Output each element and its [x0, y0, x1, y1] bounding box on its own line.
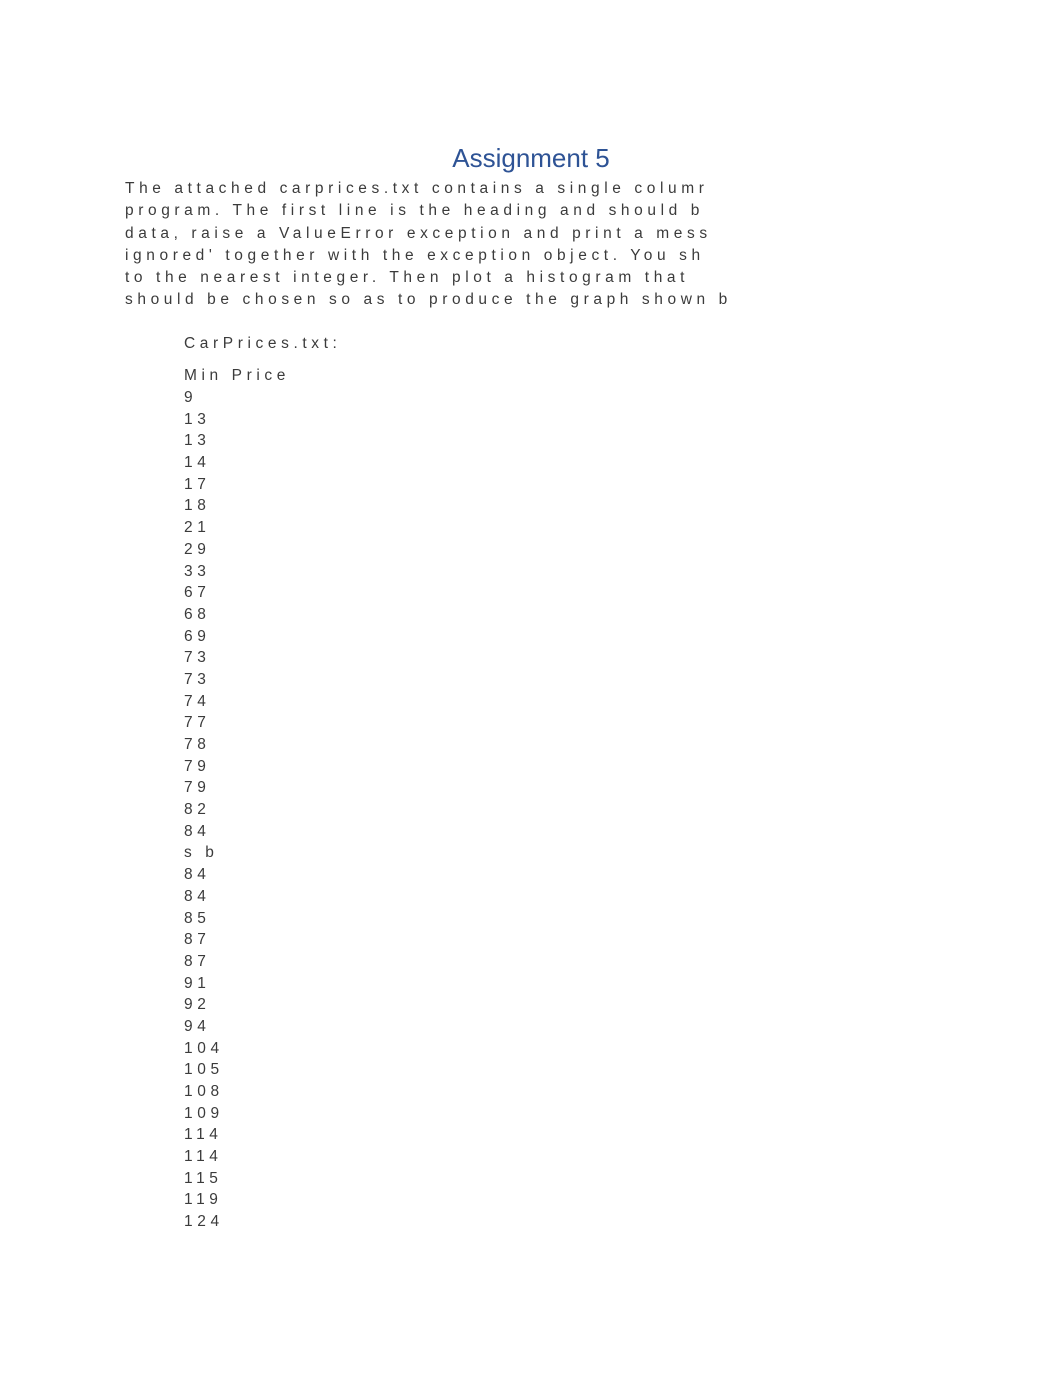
paragraph-line: to the nearest integer. Then plot a hist… [125, 269, 690, 287]
list-item: 84 [184, 866, 211, 884]
list-item: 13 [184, 410, 211, 428]
list-item: 18 [184, 497, 211, 515]
list-item: 68 [184, 605, 211, 623]
list-item: 82 [184, 801, 211, 819]
list-item: s b [184, 844, 219, 862]
paragraph-line: ignored' together with the exception obj… [125, 246, 705, 264]
list-item: 73 [184, 649, 211, 667]
list-item: 33 [184, 562, 211, 580]
assignment-description: The attached carprices.txt contains a si… [125, 178, 1062, 312]
list-item: 91 [184, 974, 211, 992]
list-item: 108 [184, 1083, 224, 1100]
list-item: 79 [184, 757, 211, 775]
list-item: 79 [184, 779, 211, 797]
list-item: 9 [184, 389, 198, 406]
paragraph-line: program. The first line is the heading a… [125, 202, 704, 220]
list-item: 84 [184, 887, 211, 905]
list-item: 69 [184, 627, 211, 645]
list-item: 115 [184, 1169, 223, 1187]
list-item: 14 [184, 454, 211, 472]
list-item: 13 [184, 432, 211, 450]
list-item: 73 [184, 670, 211, 688]
min-price-value-list: 9 13 13 14 17 18 21 29 33 67 68 69 73 73… [184, 387, 424, 1233]
list-item: 114 [184, 1148, 223, 1166]
column-header-min-price: Min Price [184, 367, 290, 384]
list-item: 85 [184, 909, 211, 927]
list-item: 77 [184, 714, 211, 732]
list-item: 92 [184, 996, 211, 1014]
list-item: 17 [184, 475, 211, 493]
list-item: 78 [184, 736, 211, 753]
file-name-label: CarPrices.txt: [184, 335, 342, 352]
paragraph-line: should be chosen so as to produce the gr… [125, 291, 732, 309]
list-item: 109 [184, 1104, 224, 1122]
list-item: 87 [184, 931, 211, 949]
list-item: 67 [184, 584, 211, 602]
list-item: 119 [184, 1191, 223, 1209]
list-item: 87 [184, 952, 211, 970]
list-item: 74 [184, 692, 211, 710]
list-item: 21 [184, 519, 211, 537]
list-item: 29 [184, 540, 211, 558]
list-item: 84 [184, 822, 211, 840]
list-item: 124 [184, 1213, 224, 1231]
paragraph-line: data, raise a ValueError exception and p… [125, 224, 712, 242]
list-item: 114 [184, 1126, 223, 1144]
list-item: 105 [184, 1061, 224, 1079]
list-item: 94 [184, 1017, 211, 1035]
document-page: Assignment 5 The attached carprices.txt … [0, 0, 1062, 1377]
page-title: Assignment 5 [452, 143, 610, 173]
paragraph-line: The attached carprices.txt contains a si… [125, 180, 709, 197]
list-item: 104 [184, 1039, 224, 1057]
